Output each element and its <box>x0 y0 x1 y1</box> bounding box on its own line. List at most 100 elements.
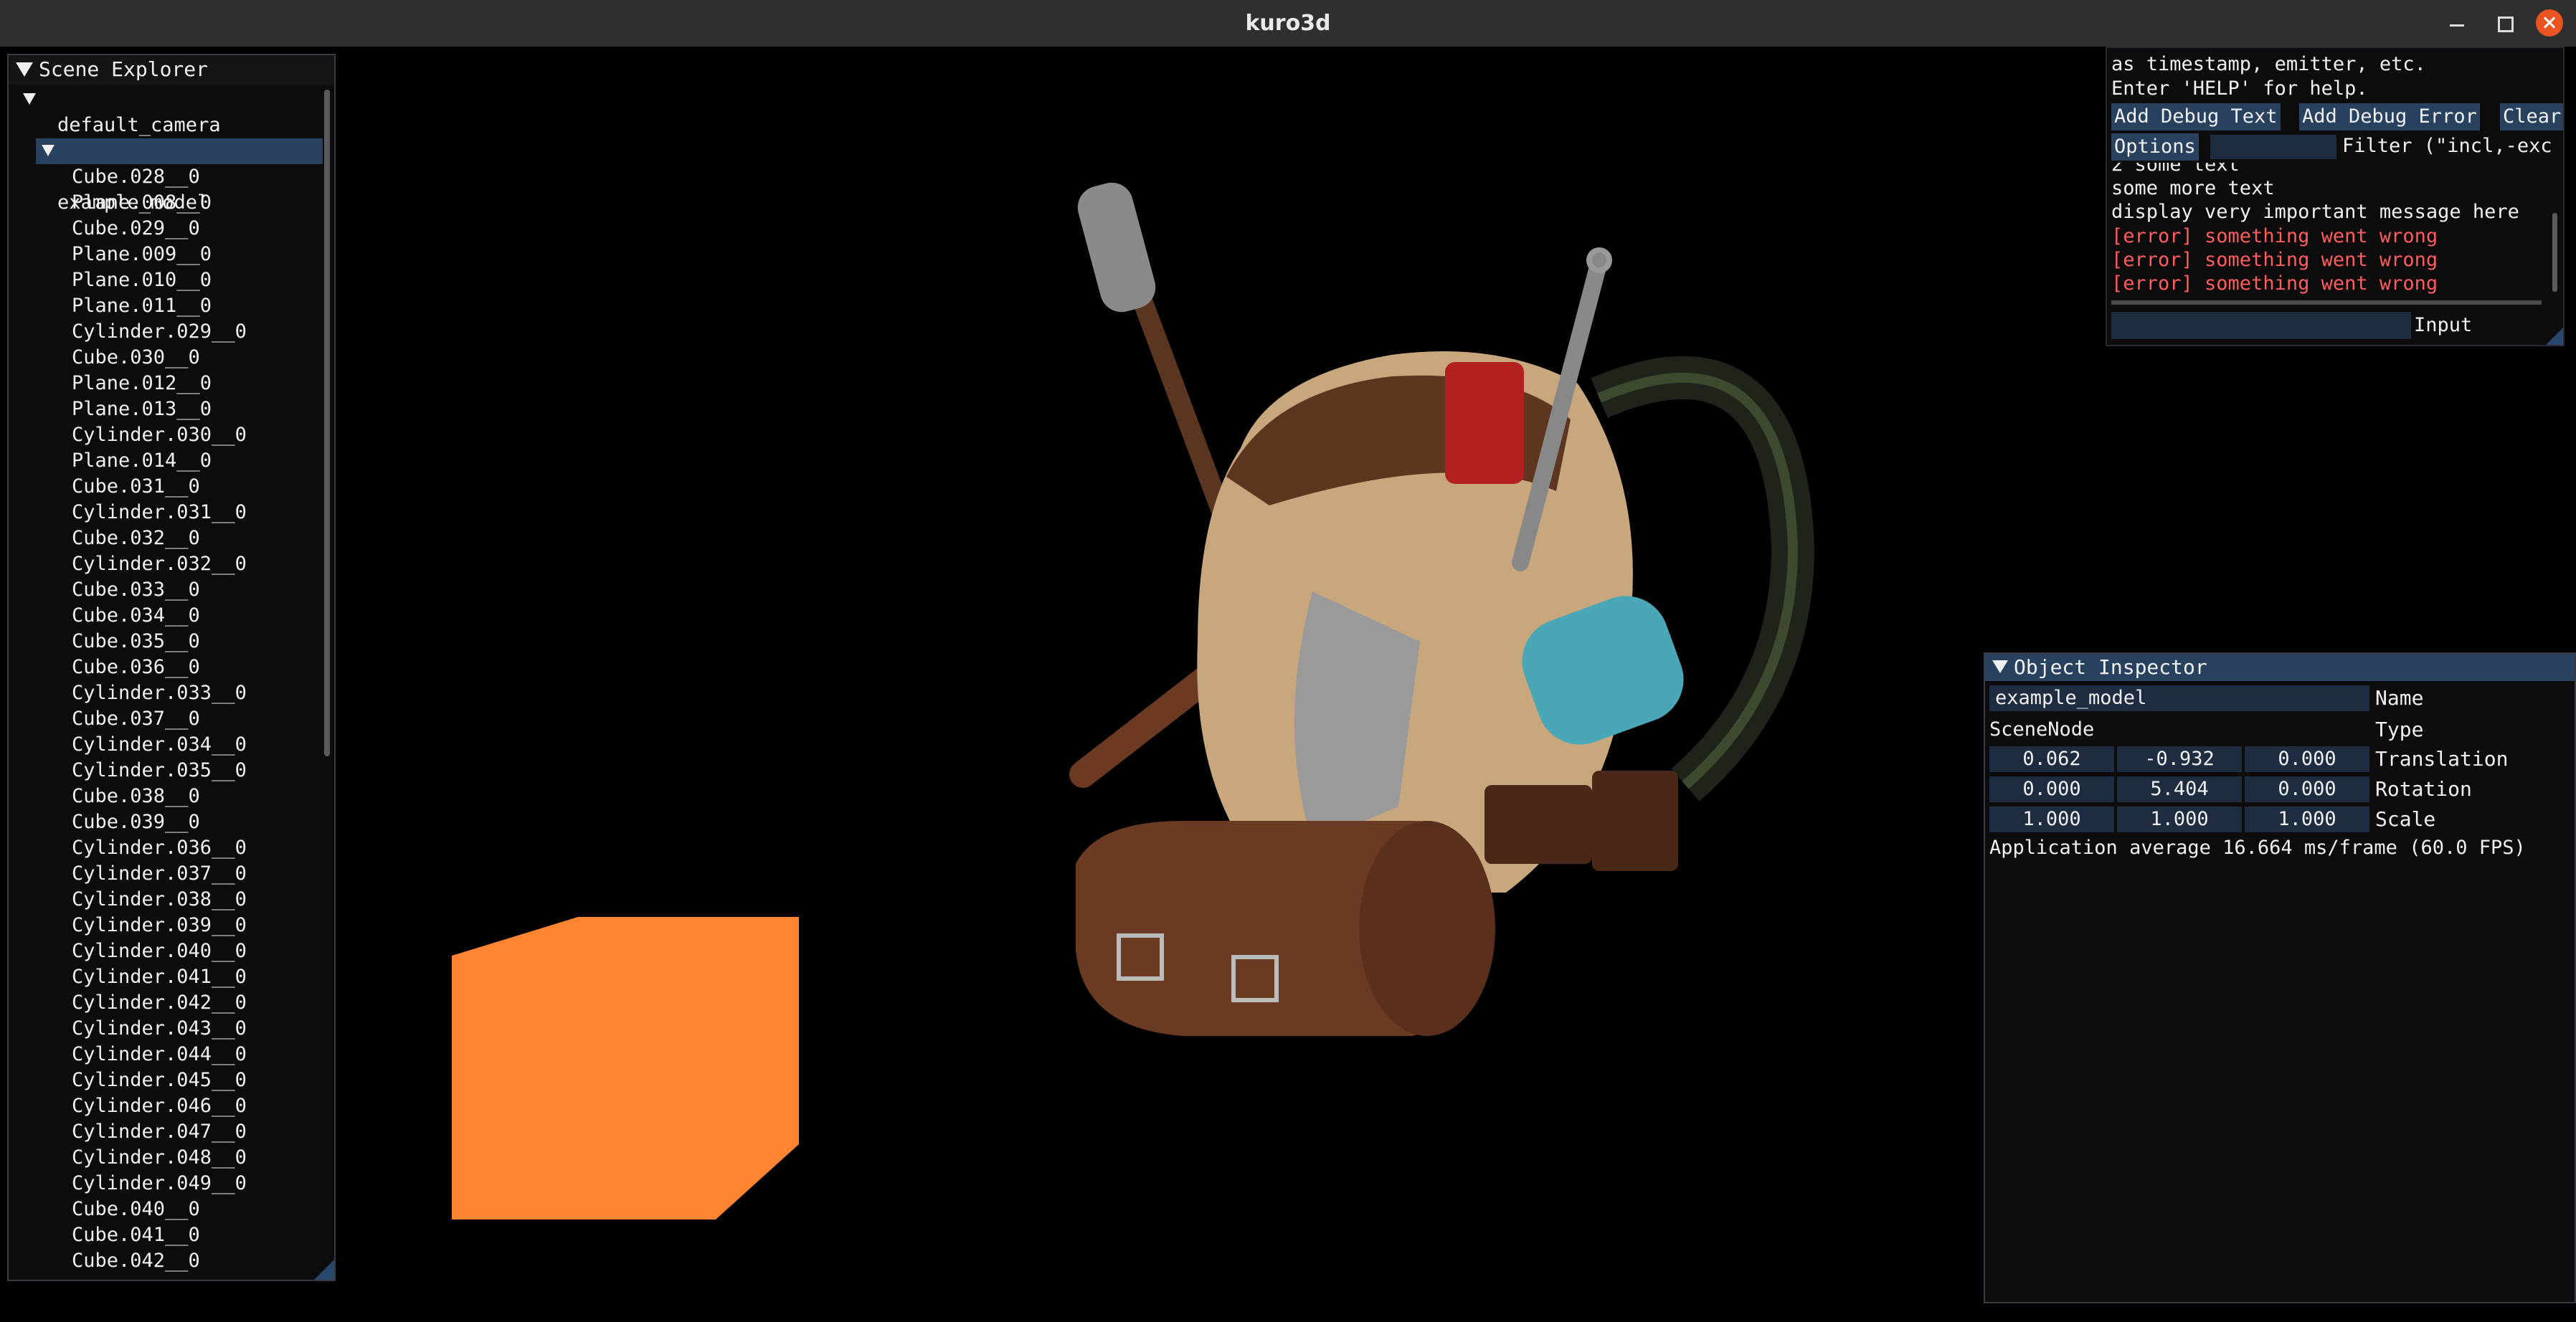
scrollbar[interactable] <box>2552 213 2557 292</box>
minimize-icon[interactable] <box>2444 10 2470 36</box>
scene-explorer-title: Scene Explorer <box>39 57 209 81</box>
scale-x-field[interactable]: 1.000 <box>1989 807 2114 832</box>
tree-node-child[interactable]: Cylinder.042__0 <box>72 990 247 1016</box>
resize-grip[interactable] <box>314 1260 334 1280</box>
name-field[interactable]: example_model <box>1989 685 2369 711</box>
tree-node-child[interactable]: Cylinder.039__0 <box>72 913 247 938</box>
fps-stats: Application average 16.664 ms/frame (60.… <box>1989 837 2526 859</box>
tree-node-child[interactable]: Cylinder.045__0 <box>72 1067 247 1093</box>
tree-node-child[interactable]: Cylinder.036__0 <box>72 835 247 861</box>
tree-node-child[interactable]: Plane.011__0 <box>72 293 212 319</box>
console-help-line: as timestamp, emitter, etc. <box>2111 53 2426 75</box>
tree-node-child[interactable]: Cube.040__0 <box>72 1197 200 1222</box>
viewport-canvas[interactable] <box>337 47 1979 1316</box>
type-label: Type <box>2375 718 2424 741</box>
translation-label: Translation <box>2375 747 2509 771</box>
tree-node-child[interactable]: Cylinder.049__0 <box>72 1171 247 1197</box>
resize-grip[interactable] <box>2546 328 2563 345</box>
tree-node-child[interactable]: Cube.039__0 <box>72 809 200 835</box>
title-bar: kuro3d <box>0 0 2576 47</box>
type-value: SceneNode <box>1989 718 2095 741</box>
close-icon[interactable] <box>2536 9 2563 37</box>
tree-node-child[interactable]: Cube.030__0 <box>72 345 200 371</box>
log-line: display very important message here <box>2111 201 2519 223</box>
tree-node-child[interactable]: Cylinder.035__0 <box>72 758 247 784</box>
console-help-line: Enter 'HELP' for help. <box>2111 77 2368 100</box>
rotation-label: Rotation <box>2375 777 2472 801</box>
tree-node-child[interactable]: Cylinder.038__0 <box>72 887 247 913</box>
scene-explorer-header[interactable]: Scene Explorer <box>9 55 334 85</box>
name-label: Name <box>2375 686 2424 710</box>
collapse-triangle-icon[interactable] <box>16 62 33 77</box>
tree-node-child[interactable]: Cylinder.046__0 <box>72 1093 247 1119</box>
rotation-x-field[interactable]: 0.000 <box>1989 776 2114 802</box>
tree-node-child[interactable]: Cube.028__0 <box>72 164 200 190</box>
rotation-y-field[interactable]: 5.404 <box>2117 776 2242 802</box>
expand-triangle-icon[interactable] <box>42 145 55 156</box>
tree-node-child[interactable]: Cylinder.032__0 <box>72 551 247 577</box>
tree-node-child[interactable]: Cylinder.048__0 <box>72 1145 247 1171</box>
tree-node-child[interactable]: Plane.014__0 <box>72 448 212 474</box>
tree-node-child[interactable]: Cube.029__0 <box>72 216 200 242</box>
rotation-z-field[interactable]: 0.000 <box>2245 776 2369 802</box>
input-label: Input <box>2414 314 2473 336</box>
command-input[interactable] <box>2111 312 2411 339</box>
tree-node-example-model[interactable]: example_model <box>36 138 323 214</box>
log-line-error: [error] something went wrong <box>2111 249 2438 271</box>
add-debug-error-button[interactable]: Add Debug Error <box>2299 103 2480 130</box>
tree-node-child[interactable]: Cube.036__0 <box>72 655 200 680</box>
tree-node-child[interactable]: Plane.013__0 <box>72 396 212 422</box>
tree-node-child[interactable]: Cube.038__0 <box>72 784 200 809</box>
log-line-error: [error] something went wrong <box>2111 272 2438 295</box>
filter-input[interactable] <box>2210 135 2336 159</box>
translation-y-field[interactable]: -0.932 <box>2117 746 2242 772</box>
log-line: some more text <box>2111 177 2275 199</box>
tree-node-default-camera[interactable]: default_camera <box>57 113 221 138</box>
object-inspector-header[interactable]: Object Inspector <box>1985 654 2575 681</box>
tree-node-child[interactable]: Cylinder.047__0 <box>72 1119 247 1145</box>
window-title: kuro3d <box>1245 11 1331 36</box>
tree-node-child[interactable]: Cube.035__0 <box>72 629 200 655</box>
translation-z-field[interactable]: 0.000 <box>2245 746 2369 772</box>
scrollbar[interactable] <box>324 90 330 756</box>
tree-node-child[interactable]: Cylinder.040__0 <box>72 938 247 964</box>
tree-node-child[interactable]: Cube.032__0 <box>72 526 200 551</box>
tree-node-root[interactable]: root <box>23 87 88 162</box>
backpack-model[interactable] <box>1069 178 1815 1036</box>
tree-node-child[interactable]: Cube.031__0 <box>72 474 200 500</box>
3d-viewport[interactable] <box>337 47 1979 1316</box>
tree-node-child[interactable]: Cube.037__0 <box>72 706 200 732</box>
expand-triangle-icon[interactable] <box>23 93 36 105</box>
tree-node-child[interactable]: Cube.034__0 <box>72 603 200 629</box>
scale-z-field[interactable]: 1.000 <box>2245 807 2369 832</box>
scale-y-field[interactable]: 1.000 <box>2117 807 2242 832</box>
add-debug-text-button[interactable]: Add Debug Text <box>2111 103 2281 130</box>
tree-node-child[interactable]: Plane.012__0 <box>72 371 212 396</box>
log-line-error: [error] something went wrong <box>2111 225 2438 247</box>
object-inspector-panel: Object Inspector example_model Name Scen… <box>1984 652 2576 1303</box>
tree-node-child[interactable]: Cylinder.041__0 <box>72 964 247 990</box>
collapse-triangle-icon[interactable] <box>1992 660 2008 673</box>
tree-node-child[interactable]: Cylinder.033__0 <box>72 680 247 706</box>
maximize-icon[interactable] <box>2491 10 2517 36</box>
options-button[interactable]: Options <box>2111 133 2199 161</box>
tree-node-child[interactable]: Plane.010__0 <box>72 267 212 293</box>
tree-node-child[interactable]: Cylinder.043__0 <box>72 1016 247 1042</box>
object-inspector-title: Object Inspector <box>2014 655 2207 679</box>
horizontal-scrollbar[interactable] <box>2111 300 2542 305</box>
tree-node-child[interactable]: Plane.009__0 <box>72 242 212 267</box>
translation-x-field[interactable]: 0.062 <box>1989 746 2114 772</box>
scene-explorer-panel: Scene Explorer root default_camera examp… <box>7 54 336 1281</box>
tree-node-child[interactable]: Cylinder.029__0 <box>72 319 247 345</box>
tree-node-child[interactable]: Cylinder.030__0 <box>72 422 247 448</box>
orange-cube[interactable] <box>452 917 799 1219</box>
tree-node-child[interactable]: Cube.041__0 <box>72 1222 200 1248</box>
tree-node-child[interactable]: Cube.033__0 <box>72 577 200 603</box>
tree-node-child[interactable]: Cylinder.031__0 <box>72 500 247 526</box>
tree-node-child[interactable]: Cube.042__0 <box>72 1248 200 1274</box>
clear-button[interactable]: Clear <box>2500 103 2563 130</box>
tree-node-child[interactable]: Plane.008__0 <box>72 190 212 216</box>
tree-node-child[interactable]: Cylinder.034__0 <box>72 732 247 758</box>
tree-node-child[interactable]: Cylinder.044__0 <box>72 1042 247 1067</box>
tree-node-child[interactable]: Cylinder.037__0 <box>72 861 247 887</box>
